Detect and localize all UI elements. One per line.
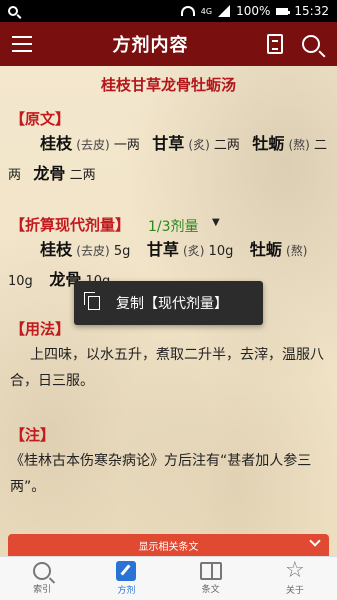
herb-name: 牡蛎: [249, 240, 282, 259]
document-button[interactable]: [257, 22, 293, 66]
nav-item-formula[interactable]: 方剂: [84, 557, 168, 600]
herb-name: 桂枝: [40, 134, 73, 153]
chevron-down-icon: [309, 537, 321, 549]
nav-item-about[interactable]: ☆ 关于: [253, 557, 337, 600]
status-bar: 4G 100% 15:32: [0, 0, 337, 22]
clock: 15:32: [294, 4, 329, 18]
annotation-heading: 【注】: [10, 426, 56, 444]
herb-note: (炙): [183, 244, 205, 258]
nav-label: 关于: [285, 586, 304, 596]
app-bar: 方剂内容: [0, 22, 337, 66]
page-title: 方剂内容: [112, 35, 189, 56]
usage-text: 上四味，以水五升，煮取二升半，去滓，温服八合，日三服。: [10, 347, 324, 389]
star-icon: ☆: [285, 558, 305, 583]
battery-percent: 100%: [236, 4, 271, 18]
bottom-nav: 索引 方剂 条文 ☆ 关于: [0, 556, 337, 600]
dropdown-arrow-icon[interactable]: ▼: [212, 217, 220, 228]
herb-dose: 10g: [208, 244, 234, 259]
copy-popup-label: 复制【现代剂量】: [116, 296, 228, 312]
herb-dose: 一两: [113, 138, 140, 153]
nav-label: 索引: [33, 585, 52, 595]
nav-label: 方剂: [117, 586, 136, 596]
copy-modern-dose-popup[interactable]: 复制【现代剂量】: [74, 281, 263, 325]
signal-icon: [218, 5, 231, 17]
original-heading: 【原文】: [10, 110, 71, 128]
book-icon: [199, 562, 222, 580]
search-icon: [33, 562, 52, 580]
herb-note: (去皮): [76, 138, 110, 152]
edit-icon: [116, 561, 137, 581]
network-label: 4G: [200, 6, 213, 16]
search-icon: [302, 35, 320, 53]
battery-icon: [276, 7, 291, 15]
herb-note: (熬): [288, 138, 310, 152]
herb-name: 甘草: [152, 134, 185, 153]
herb-name: 桂枝: [40, 240, 73, 259]
search-icon: [8, 6, 18, 16]
herb-dose: 二两: [69, 168, 96, 183]
menu-icon: [12, 36, 32, 38]
nav-item-index[interactable]: 索引: [0, 557, 84, 600]
herb-dose: 10g: [8, 274, 33, 289]
modern-dose-heading: 【折算现代剂量】: [10, 216, 131, 234]
herb-note: (炙): [188, 138, 210, 152]
herb-note: (去皮): [76, 244, 110, 258]
formula-name: 桂枝甘草龙骨牡蛎汤: [100, 76, 236, 94]
wifi-icon: [180, 6, 195, 16]
herb-name: 甘草: [146, 240, 179, 259]
dose-ratio-select[interactable]: 1/3剂量: [148, 216, 199, 236]
original-herbs[interactable]: 桂枝 (去皮) 一两 甘草 (炙) 二两 牡蛎 (熬) 二两 龙骨 二两: [8, 130, 328, 190]
usage-heading: 【用法】: [10, 320, 71, 338]
show-related-articles-button[interactable]: 显示相关条文: [8, 534, 329, 556]
search-button[interactable]: [293, 22, 329, 66]
document-icon: [267, 34, 283, 54]
herb-note: (熬): [286, 244, 308, 258]
herb-dose: 5g: [113, 244, 131, 259]
related-label: 显示相关条文: [138, 541, 199, 553]
copy-icon: [84, 292, 100, 310]
annotation-text: 《桂林古本伤寒杂病论》方后注有“甚者加人参三两”。: [10, 453, 312, 495]
herb-name: 牡蛎: [252, 134, 285, 153]
nav-label: 条文: [201, 585, 220, 595]
herb-dose: 二两: [213, 138, 240, 153]
nav-item-articles[interactable]: 条文: [169, 557, 253, 600]
herb-name: 龙骨: [33, 164, 66, 183]
menu-button[interactable]: [0, 22, 44, 66]
